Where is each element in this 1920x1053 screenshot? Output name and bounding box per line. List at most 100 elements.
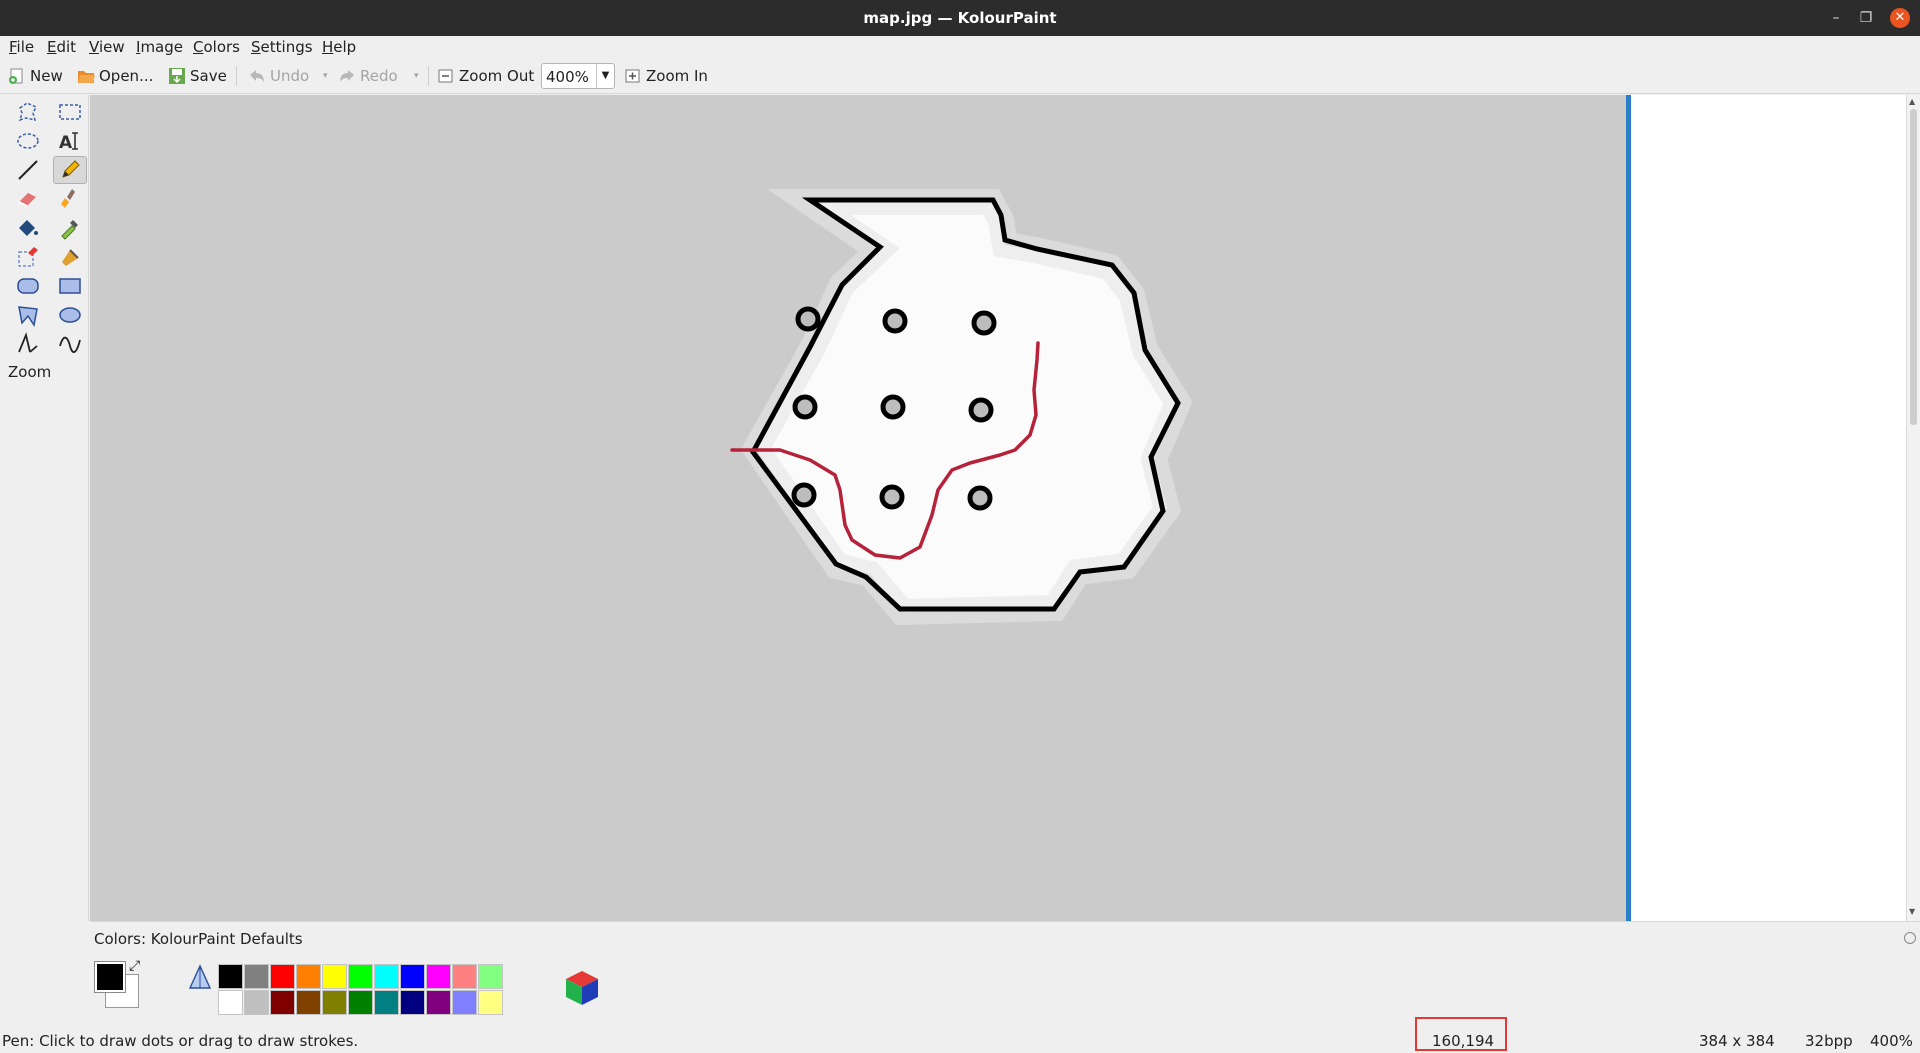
menu-colors[interactable]: Colors [193, 38, 240, 56]
rectangle-icon [59, 278, 81, 294]
open-button[interactable]: Open... [77, 64, 153, 88]
color-cube-icon[interactable] [562, 967, 602, 1011]
menu-view[interactable]: View [89, 38, 125, 56]
polygon-icon [18, 306, 38, 327]
status-bar: Pen: Click to draw dots or drag to draw … [0, 1027, 1920, 1053]
elliptical-selection-tool[interactable] [11, 127, 45, 155]
color-swatch[interactable] [270, 990, 295, 1015]
menu-help[interactable]: Help [322, 38, 356, 56]
menu-edit[interactable]: Edit [47, 38, 76, 56]
undo-button[interactable]: Undo [248, 64, 309, 88]
brush-icon [61, 189, 75, 208]
foreground-color[interactable] [94, 961, 126, 993]
rounded-rectangle-tool[interactable] [11, 272, 45, 300]
scrollbar-thumb[interactable] [1910, 109, 1917, 425]
color-swatch[interactable] [270, 964, 295, 989]
transparent-icon [188, 964, 212, 989]
zoom-out-icon [438, 69, 453, 83]
color-swatch[interactable] [348, 964, 373, 989]
canvas-area[interactable] [90, 95, 1626, 921]
drawing-canvas[interactable] [90, 95, 1626, 921]
redo-label: Redo [360, 67, 398, 85]
foreground-background-colors[interactable]: ⤢ [94, 958, 145, 1012]
color-swatch[interactable] [478, 990, 503, 1015]
color-swatch[interactable] [452, 990, 477, 1015]
color-swatch[interactable] [400, 964, 425, 989]
redo-icon [340, 70, 354, 82]
connected-lines-tool[interactable] [11, 330, 45, 358]
zoom-in-icon [625, 69, 640, 83]
panel-close-icon[interactable] [1904, 932, 1916, 944]
scroll-down-icon[interactable]: ▼ [1909, 907, 1915, 916]
new-button[interactable]: New [8, 64, 63, 88]
ellipse-select-icon [17, 133, 39, 149]
chevron-down-icon[interactable]: ▼ [596, 64, 614, 88]
color-swatch[interactable] [218, 990, 243, 1015]
connected-lines-icon [18, 332, 38, 353]
zoom-select[interactable]: 400% ▼ [541, 63, 615, 89]
main-toolbar: New Open... Save Undo ▾ Redo ▾ Zoom Out … [0, 58, 1920, 94]
curve-icon [59, 336, 81, 353]
color-swatch[interactable] [322, 964, 347, 989]
menu-image[interactable]: Image [136, 38, 183, 56]
undo-dropdown-icon[interactable]: ▾ [323, 64, 328, 88]
pen-tool[interactable] [53, 156, 87, 184]
color-swatch[interactable] [244, 990, 269, 1015]
pen-icon [62, 160, 80, 178]
redo-button[interactable]: Redo [338, 64, 398, 88]
color-swatch[interactable] [244, 964, 269, 989]
tool-box: A Zoom [0, 95, 89, 921]
zoom-in-label: Zoom In [646, 67, 708, 85]
restore-icon[interactable]: ❐ [1856, 8, 1876, 28]
color-palette-panel: Colors: KolourPaint Defaults ⤢ [90, 921, 1920, 1027]
curve-tool[interactable] [53, 330, 87, 358]
menu-settings[interactable]: Settings [251, 38, 313, 56]
flood-fill-tool[interactable] [11, 214, 45, 242]
transparent-color-swatch[interactable] [186, 964, 214, 992]
color-swatch[interactable] [452, 964, 477, 989]
vertical-scrollbar[interactable]: ▲ ▼ [1906, 95, 1920, 921]
undo-icon [250, 70, 264, 82]
zoom-out-label: Zoom Out [459, 67, 535, 85]
zoom-out-button[interactable]: Zoom Out [437, 64, 534, 88]
spraycan-tool[interactable] [53, 243, 87, 271]
zoom-level: 400% [1870, 1032, 1913, 1050]
color-swatch[interactable] [348, 990, 373, 1015]
undo-label: Undo [270, 67, 310, 85]
zoom-in-button[interactable]: Zoom In [624, 64, 708, 88]
image-size: 384 x 384 [1699, 1032, 1775, 1050]
line-tool[interactable] [11, 156, 45, 184]
color-swatch[interactable] [322, 990, 347, 1015]
window-title: map.jpg — KolourPaint [863, 9, 1057, 27]
brush-tool[interactable] [53, 185, 87, 213]
text-tool[interactable]: A [53, 127, 87, 155]
color-swatch[interactable] [296, 990, 321, 1015]
color-swatch[interactable] [400, 990, 425, 1015]
zoom-tool-label[interactable]: Zoom [8, 363, 51, 381]
folder-open-icon [78, 71, 95, 83]
menu-bar: File Edit View Image Colors Settings Hel… [0, 36, 1920, 58]
scroll-up-icon[interactable]: ▲ [1909, 97, 1915, 106]
ellipse-icon [59, 307, 81, 323]
color-swatch[interactable] [218, 964, 243, 989]
color-swatch[interactable] [426, 990, 451, 1015]
rectangular-selection-tool[interactable] [53, 98, 87, 126]
save-button[interactable]: Save [168, 64, 227, 88]
swap-colors-icon[interactable]: ⤢ [129, 958, 140, 974]
color-swatch[interactable] [296, 964, 321, 989]
rectangle-tool[interactable] [53, 272, 87, 300]
menu-file[interactable]: File [9, 38, 34, 56]
eraser-tool[interactable] [11, 185, 45, 213]
color-swatch[interactable] [374, 990, 399, 1015]
color-picker-tool[interactable] [53, 214, 87, 242]
ellipse-tool[interactable] [53, 301, 87, 329]
close-icon[interactable]: ✕ [1890, 8, 1910, 28]
redo-dropdown-icon[interactable]: ▾ [414, 64, 419, 88]
polygon-tool[interactable] [11, 301, 45, 329]
minimize-icon[interactable]: – [1826, 8, 1846, 28]
color-swatch[interactable] [478, 964, 503, 989]
color-swatch[interactable] [374, 964, 399, 989]
color-swatch[interactable] [426, 964, 451, 989]
free-form-selection-tool[interactable] [11, 98, 45, 126]
color-eraser-tool[interactable] [11, 243, 45, 271]
